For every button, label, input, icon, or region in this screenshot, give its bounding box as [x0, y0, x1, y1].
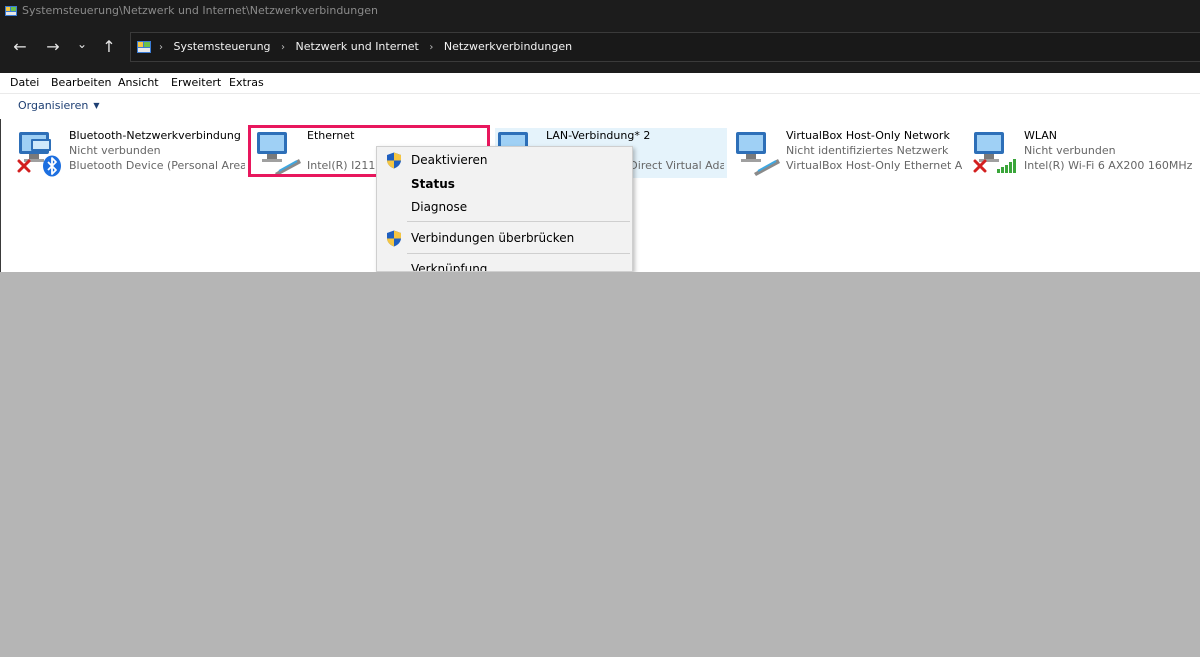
- navigation-bar: ← → ⌄ ↑ › Systemsteuerung › Netzwerk und…: [0, 22, 1200, 73]
- network-connections-window: Systemsteuerung\Netzwerk und Internet\Ne…: [0, 0, 1200, 272]
- breadcrumb-separator-icon[interactable]: ›: [159, 42, 163, 53]
- breadcrumb: › Systemsteuerung › Netzwerk und Interne…: [159, 33, 572, 61]
- breadcrumb-network-connections[interactable]: Netzwerkverbindungen: [444, 40, 572, 53]
- uac-shield-icon: [387, 230, 401, 247]
- connection-device: VirtualBox Host-Only Ethernet Ad...: [786, 159, 962, 172]
- context-menu: Deaktivieren Status Diagnose Verbindunge…: [376, 146, 633, 272]
- connection-name: WLAN: [1024, 129, 1058, 142]
- breadcrumb-separator-icon[interactable]: ›: [429, 42, 433, 53]
- control-panel-icon: [137, 41, 151, 53]
- menu-edit[interactable]: Bearbeiten: [51, 76, 111, 89]
- connection-name: Bluetooth-Netzwerkverbindung: [69, 129, 241, 142]
- menu-item-create-shortcut[interactable]: Verknüpfung: [377, 258, 632, 272]
- menu-item-bridge-connections[interactable]: Verbindungen überbrücken: [377, 227, 632, 249]
- menu-extras[interactable]: Extras: [229, 76, 264, 89]
- menu-item-label: Verknüpfung: [411, 262, 488, 272]
- disconnected-x-icon: [973, 159, 987, 173]
- connection-name: VirtualBox Host-Only Network: [786, 129, 950, 142]
- menu-item-label: Diagnose: [411, 200, 468, 214]
- ethernet-adapter-icon: [736, 132, 780, 176]
- menu-bar: Datei Bearbeiten Ansicht Erweitert Extra…: [0, 73, 1200, 94]
- forward-arrow-icon[interactable]: →: [43, 37, 63, 57]
- menu-divider: [407, 221, 630, 222]
- connection-device: Bluetooth Device (Personal Area ...: [69, 159, 245, 172]
- menu-advanced[interactable]: Erweitert: [171, 76, 221, 89]
- breadcrumb-separator-icon[interactable]: ›: [281, 42, 285, 53]
- connection-wlan[interactable]: WLAN Nicht verbunden Intel(R) Wi-Fi 6 AX…: [972, 127, 1200, 177]
- chevron-down-icon: ▼: [93, 101, 100, 110]
- connection-bluetooth[interactable]: Bluetooth-Netzwerkverbindung Nicht verbu…: [17, 127, 245, 177]
- breadcrumb-network-internet[interactable]: Netzwerk und Internet: [296, 40, 419, 53]
- address-bar[interactable]: › Systemsteuerung › Netzwerk und Interne…: [130, 32, 1200, 62]
- menu-item-diagnose[interactable]: Diagnose: [377, 196, 632, 218]
- recent-locations-chevron-icon[interactable]: ⌄: [72, 34, 92, 54]
- up-arrow-icon[interactable]: ↑: [99, 37, 119, 57]
- menu-view[interactable]: Ansicht: [118, 76, 159, 89]
- bluetooth-icon: [43, 155, 61, 177]
- organize-button[interactable]: Organisieren ▼: [18, 99, 99, 112]
- title-bar: Systemsteuerung\Netzwerk und Internet\Ne…: [0, 0, 1200, 22]
- connection-status: Nicht identifiziertes Netzwerk: [786, 144, 949, 157]
- connection-status: Nicht verbunden: [1024, 144, 1116, 157]
- back-arrow-icon[interactable]: ←: [10, 37, 30, 57]
- menu-item-status[interactable]: Status: [377, 173, 632, 195]
- connection-status: Nicht verbunden: [69, 144, 161, 157]
- menu-file[interactable]: Datei: [10, 76, 39, 89]
- control-panel-icon: [5, 6, 17, 16]
- menu-item-label: Deaktivieren: [411, 153, 488, 167]
- connection-name: LAN-Verbindung* 2: [546, 129, 651, 142]
- wifi-signal-icon: [997, 159, 1016, 173]
- organize-label: Organisieren: [18, 99, 89, 112]
- breadcrumb-control-panel[interactable]: Systemsteuerung: [174, 40, 271, 53]
- menu-item-label: Verbindungen überbrücken: [411, 231, 575, 245]
- window-title: Systemsteuerung\Netzwerk und Internet\Ne…: [22, 4, 378, 17]
- uac-shield-icon: [387, 152, 401, 169]
- menu-item-label: Status: [411, 177, 455, 191]
- connection-device: Intel(R) Wi-Fi 6 AX200 160MHz: [1024, 159, 1193, 172]
- menu-item-deactivate[interactable]: Deaktivieren: [377, 149, 632, 171]
- menu-divider: [407, 253, 630, 254]
- disconnected-x-icon: [17, 159, 31, 173]
- connection-virtualbox[interactable]: VirtualBox Host-Only Network Nicht ident…: [734, 127, 964, 177]
- command-bar: Organisieren ▼: [0, 94, 1200, 118]
